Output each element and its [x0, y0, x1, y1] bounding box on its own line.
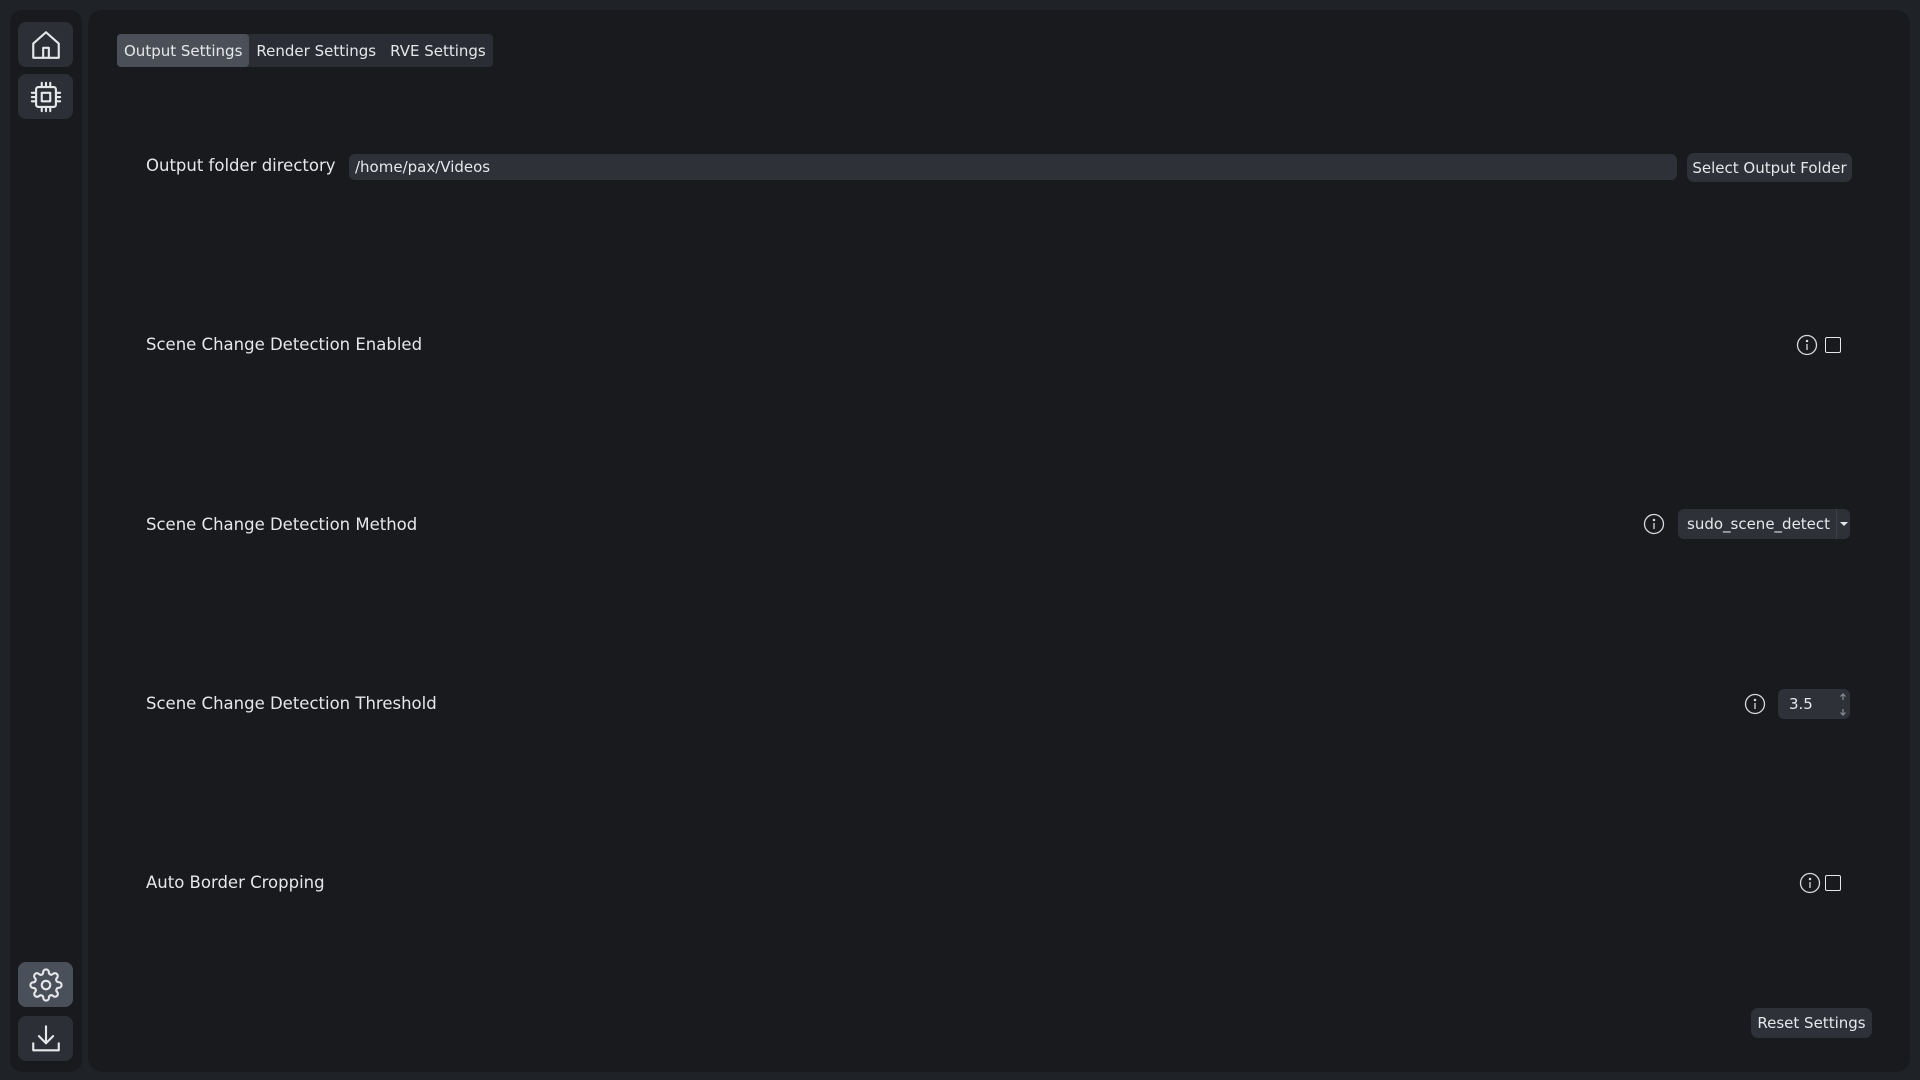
output-folder-label: Output folder directory — [146, 156, 336, 175]
info-icon — [1744, 693, 1766, 715]
scene-change-enabled-label: Scene Change Detection Enabled — [146, 335, 423, 354]
tab-render-settings[interactable]: Render Settings — [249, 34, 383, 67]
scene-change-threshold-spinbox[interactable]: 3.5 — [1778, 689, 1850, 719]
tab-rve-settings[interactable]: RVE Settings — [383, 34, 493, 67]
select-output-folder-button[interactable]: Select Output Folder — [1687, 153, 1852, 182]
nav-download-button[interactable] — [18, 1016, 73, 1061]
info-icon — [1643, 513, 1665, 535]
gear-icon — [28, 967, 63, 1002]
download-icon — [31, 1024, 60, 1051]
scene-change-method-select[interactable]: sudo_scene_detect — [1678, 509, 1850, 539]
tab-bar: Output Settings Render Settings RVE Sett… — [117, 34, 493, 67]
auto-border-cropping-checkbox[interactable] — [1825, 875, 1841, 891]
scene-change-enabled-checkbox[interactable] — [1825, 337, 1841, 353]
chevron-down-icon[interactable] — [1836, 509, 1850, 539]
spin-arrows — [1836, 689, 1850, 719]
sidebar — [10, 10, 82, 1072]
auto-border-cropping-label: Auto Border Cropping — [146, 873, 325, 892]
decrement-arrow-icon[interactable] — [1836, 704, 1850, 719]
tab-output-settings[interactable]: Output Settings — [117, 34, 250, 67]
increment-arrow-icon[interactable] — [1836, 689, 1850, 704]
scene-change-method-value: sudo_scene_detect — [1687, 515, 1831, 533]
scene-change-threshold-label: Scene Change Detection Threshold — [146, 694, 437, 713]
chip-icon — [30, 81, 61, 112]
nav-settings-button[interactable] — [18, 962, 73, 1007]
scene-change-threshold-info-icon[interactable] — [1744, 693, 1766, 715]
reset-settings-button[interactable]: Reset Settings — [1751, 1008, 1872, 1038]
nav-home-button[interactable] — [18, 22, 73, 67]
nav-processing-button[interactable] — [18, 74, 73, 119]
home-icon — [31, 30, 60, 59]
scene-change-method-info-icon[interactable] — [1643, 513, 1665, 535]
info-icon — [1796, 334, 1818, 356]
scene-change-method-label: Scene Change Detection Method — [146, 515, 418, 534]
info-icon — [1799, 872, 1821, 894]
settings-panel: Output Settings Render Settings RVE Sett… — [88, 10, 1910, 1072]
output-folder-input[interactable] — [349, 154, 1677, 180]
auto-border-cropping-info-icon[interactable] — [1799, 872, 1821, 894]
scene-change-enabled-info-icon[interactable] — [1796, 334, 1818, 356]
scene-change-threshold-value[interactable]: 3.5 — [1778, 695, 1836, 713]
